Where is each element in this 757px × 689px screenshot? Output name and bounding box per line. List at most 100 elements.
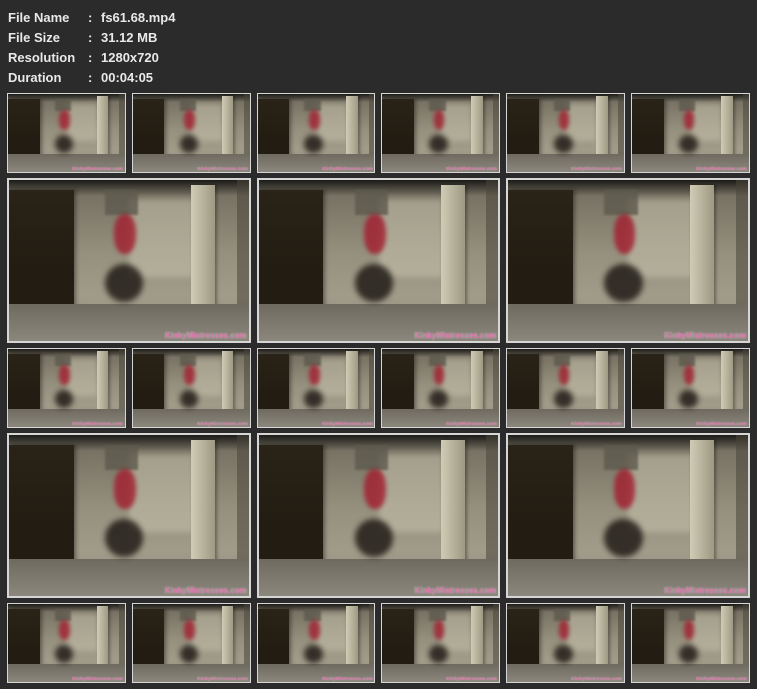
- video-thumbnail[interactable]: KinkyMistresses.com: [506, 603, 626, 683]
- scene-wall-panel: [54, 353, 72, 367]
- contact-sheet: File Name: fs61.68.mp4 File Size:31.12 MB…: [0, 0, 757, 689]
- scene-red-accent: [558, 365, 570, 385]
- video-thumbnail[interactable]: KinkyMistresses.com: [7, 348, 126, 428]
- file-name-line: File Name: fs61.68.mp4: [8, 8, 749, 28]
- video-thumbnail[interactable]: KinkyMistresses.com: [631, 348, 750, 428]
- video-thumbnail[interactable]: KinkyMistresses.com: [256, 433, 501, 598]
- scene-right-beam: [736, 180, 749, 313]
- video-thumbnail[interactable]: KinkyMistresses.com: [256, 178, 501, 343]
- file-info-panel: File Name: fs61.68.mp4 File Size:31.12 MB…: [0, 0, 757, 88]
- watermark-text: KinkyMistresses.com: [321, 420, 373, 426]
- scene-pillar: [720, 96, 733, 157]
- scene-doorway: [258, 444, 324, 564]
- scene-tiled-wall: [565, 103, 598, 141]
- watermark-text: KinkyMistresses.com: [72, 165, 123, 171]
- duration-value: 00:04:05: [101, 70, 154, 85]
- video-frame-placeholder: KinkyMistresses.com: [9, 180, 249, 341]
- video-thumbnail[interactable]: KinkyMistresses.com: [7, 433, 251, 598]
- watermark-text: KinkyMistresses.com: [664, 586, 747, 595]
- video-thumbnail[interactable]: KinkyMistresses.com: [131, 603, 251, 683]
- video-thumbnail[interactable]: KinkyMistresses.com: [631, 603, 750, 683]
- scene-right-beam: [119, 94, 125, 158]
- file-name-label: File Name: [8, 10, 70, 25]
- video-thumbnail[interactable]: KinkyMistresses.com: [131, 348, 251, 428]
- watermark-text: KinkyMistresses.com: [696, 675, 747, 681]
- scene-red-accent: [683, 365, 695, 385]
- video-thumbnail[interactable]: KinkyMistresses.com: [506, 178, 751, 343]
- scene-wall-panel: [104, 189, 139, 216]
- scene-dark-accent: [429, 644, 448, 664]
- video-thumbnail[interactable]: KinkyMistresses.com: [256, 93, 376, 173]
- watermark-text: KinkyMistresses.com: [446, 675, 498, 681]
- video-thumbnail[interactable]: KinkyMistresses.com: [7, 603, 126, 683]
- video-thumbnail[interactable]: KinkyMistresses.com: [506, 93, 626, 173]
- scene-wall-panel: [554, 608, 571, 622]
- scene-doorway: [257, 98, 290, 157]
- scene-pillar: [346, 351, 359, 412]
- video-thumbnail[interactable]: KinkyMistresses.com: [381, 603, 501, 683]
- thumbnail-row-small: KinkyMistresses.com KinkyMistresses.com Ki…: [7, 348, 750, 428]
- scene-tiled-wall: [316, 613, 348, 651]
- scene-doorway: [507, 98, 539, 157]
- scene-red-accent: [114, 468, 137, 510]
- watermark-text: KinkyMistresses.com: [571, 165, 623, 171]
- scene-right-beam: [368, 94, 375, 158]
- video-thumbnail[interactable]: KinkyMistresses.com: [256, 348, 376, 428]
- video-thumbnail[interactable]: KinkyMistresses.com: [381, 348, 501, 428]
- scene-pillar: [191, 439, 216, 564]
- scene-right-beam: [493, 349, 500, 413]
- scene-pillar: [221, 606, 234, 667]
- scene-right-beam: [368, 349, 375, 413]
- separator: :: [88, 10, 93, 25]
- scene-pillar: [440, 184, 465, 309]
- scene-red-accent: [433, 365, 445, 385]
- watermark-text: KinkyMistresses.com: [321, 165, 373, 171]
- scene-pillar: [596, 606, 608, 667]
- video-thumbnail[interactable]: KinkyMistresses.com: [631, 93, 750, 173]
- scene-right-beam: [243, 94, 250, 158]
- scene-tiled-wall: [690, 613, 723, 651]
- scene-dark-accent: [54, 134, 74, 154]
- scene-tiled-wall: [66, 358, 98, 396]
- scene-wall-panel: [604, 444, 638, 471]
- scene-red-accent: [309, 110, 320, 130]
- scene-pillar: [596, 96, 608, 157]
- video-frame-placeholder: KinkyMistresses.com: [257, 604, 375, 682]
- scene-red-accent: [558, 620, 570, 640]
- video-thumbnail[interactable]: KinkyMistresses.com: [131, 93, 251, 173]
- thumbnail-row-large: KinkyMistresses.com KinkyMistresses.com Ki…: [7, 433, 751, 598]
- scene-pillar: [346, 96, 359, 157]
- resolution-line: Resolution:1280x720: [8, 48, 749, 68]
- scene-red-accent: [613, 213, 636, 255]
- video-thumbnail[interactable]: KinkyMistresses.com: [7, 178, 251, 343]
- scene-wall-panel: [429, 353, 446, 367]
- video-thumbnail[interactable]: KinkyMistresses.com: [506, 348, 626, 428]
- scene-red-accent: [59, 620, 70, 640]
- scene-pillar: [440, 439, 465, 564]
- scene-wall-panel: [179, 608, 196, 622]
- thumbnail-row-small: KinkyMistresses.com KinkyMistresses.com Ki…: [7, 603, 750, 683]
- scene-doorway: [8, 98, 40, 157]
- video-thumbnail[interactable]: KinkyMistresses.com: [381, 93, 501, 173]
- scene-wall-panel: [304, 608, 321, 622]
- video-thumbnail[interactable]: KinkyMistresses.com: [506, 433, 751, 598]
- thumbnail-row-large: KinkyMistresses.com KinkyMistresses.com Ki…: [7, 178, 751, 343]
- scene-pillar: [690, 439, 715, 564]
- watermark-text: KinkyMistresses.com: [696, 420, 747, 426]
- scene-tiled-wall: [128, 199, 194, 277]
- scene-right-beam: [618, 604, 625, 668]
- video-thumbnail[interactable]: KinkyMistresses.com: [256, 603, 376, 683]
- video-thumbnail[interactable]: KinkyMistresses.com: [7, 93, 126, 173]
- scene-wall-panel: [678, 98, 696, 112]
- scene-doorway: [382, 98, 415, 157]
- scene-red-accent: [59, 365, 70, 385]
- scene-pillar: [690, 184, 715, 309]
- scene-doorway: [507, 353, 539, 412]
- scene-wall-panel: [354, 189, 389, 216]
- video-frame-placeholder: KinkyMistresses.com: [8, 604, 125, 682]
- scene-dark-accent: [554, 389, 573, 409]
- duration-line: Duration:00:04:05: [8, 68, 749, 88]
- video-frame-placeholder: KinkyMistresses.com: [508, 435, 749, 596]
- scene-right-beam: [618, 94, 625, 158]
- scene-tiled-wall: [440, 103, 473, 141]
